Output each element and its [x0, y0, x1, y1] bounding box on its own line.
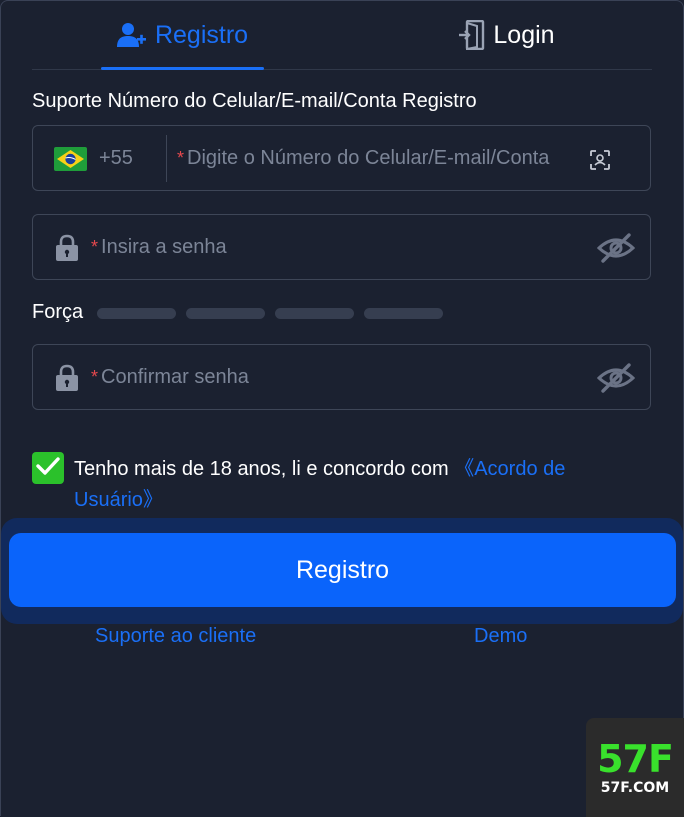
register-button[interactable]: Registro	[9, 533, 676, 607]
password-placeholder: Insira a senha	[101, 236, 227, 258]
password-input[interactable]: * Insira a senha	[91, 236, 227, 259]
account-input[interactable]: * Digite o Número do Celular/E-mail/Conta	[177, 147, 549, 170]
field-divider	[166, 135, 167, 182]
strength-bar	[275, 308, 354, 319]
strength-bar	[364, 308, 443, 319]
add-user-icon	[116, 22, 147, 48]
face-scan-icon[interactable]	[590, 150, 610, 170]
agreement-statement: Tenho mais de 18 anos, li e concordo com	[74, 458, 455, 480]
account-field[interactable]: +55 * Digite o Número do Celular/E-mail/C…	[32, 125, 651, 191]
confirm-password-field[interactable]: * Confirmar senha	[32, 344, 651, 410]
lock-icon	[55, 234, 79, 262]
tab-login-label: Login	[493, 20, 555, 49]
brazil-flag-icon[interactable]	[54, 147, 87, 171]
register-method-label: Suporte Número do Celular/E-mail/Conta R…	[32, 90, 477, 112]
login-door-icon	[459, 20, 485, 50]
watermark-logo: 57F 57F.COM	[586, 718, 684, 817]
strength-bar	[186, 308, 265, 319]
password-field[interactable]: * Insira a senha	[32, 214, 651, 280]
agreement-checkbox[interactable]	[32, 452, 64, 484]
account-placeholder: Digite o Número do Celular/E-mail/Conta	[187, 147, 550, 169]
confirm-password-input[interactable]: * Confirmar senha	[91, 366, 249, 389]
logo-text: 57F	[597, 737, 674, 781]
eye-off-icon[interactable]	[596, 232, 636, 264]
confirm-password-placeholder: Confirmar senha	[101, 366, 249, 388]
required-mark: *	[91, 367, 99, 387]
customer-support-link[interactable]: Suporte ao cliente	[95, 625, 256, 648]
eye-off-icon[interactable]	[596, 362, 636, 394]
lock-icon	[55, 364, 79, 392]
logo-domain: 57F.COM	[600, 780, 670, 796]
strength-bar	[97, 308, 176, 319]
required-mark: *	[91, 237, 99, 257]
tab-login[interactable]: Login	[442, 1, 572, 69]
auth-tabs: Registro Login	[32, 1, 652, 70]
password-strength-label: Força	[32, 301, 84, 323]
agreement-text: Tenho mais de 18 anos, li e concordo com…	[74, 454, 634, 516]
tab-register-label: Registro	[154, 20, 249, 49]
register-panel: Registro Login Suporte Número do Celular…	[0, 0, 684, 817]
required-mark: *	[177, 148, 185, 168]
country-code[interactable]: +55	[99, 147, 133, 170]
checkmark-icon	[36, 456, 60, 481]
tab-register[interactable]: Registro	[101, 1, 264, 70]
demo-link[interactable]: Demo	[474, 625, 527, 648]
